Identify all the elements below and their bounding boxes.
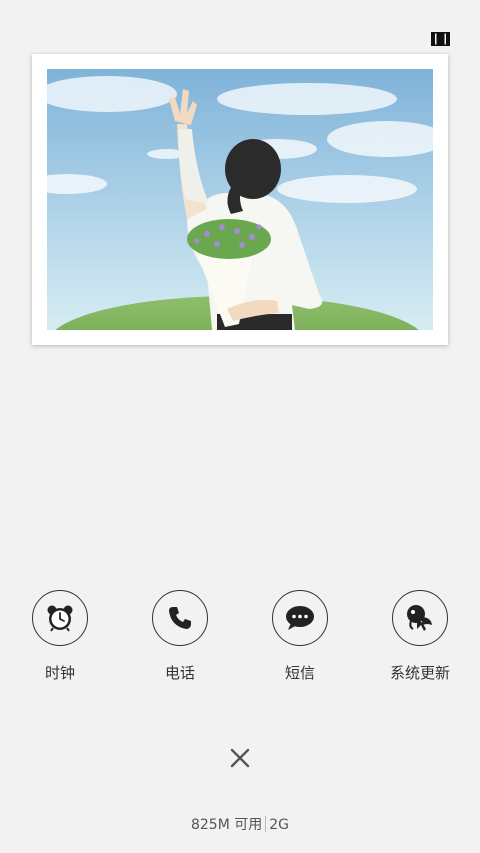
app-label: 电话 [164, 664, 195, 682]
alarm-clock-icon [32, 590, 88, 646]
app-messages[interactable]: 短信 [240, 590, 360, 682]
close-button[interactable] [228, 746, 252, 770]
system-update-icon [392, 590, 448, 646]
network-type: 2G [269, 817, 290, 833]
multiwindow-layout-icon[interactable] [431, 31, 450, 46]
app-label: 短信 [284, 664, 315, 682]
app-shortcuts: 时钟 电话 短信 系统更新 [0, 590, 480, 690]
photo-image [47, 69, 433, 330]
app-label: 系统更新 [389, 664, 450, 682]
memory-status: 825M 可用 2G [0, 814, 480, 836]
photo-card[interactable] [32, 54, 448, 345]
close-icon [230, 748, 250, 768]
memory-available: 825M 可用 [190, 817, 263, 833]
app-clock[interactable]: 时钟 [0, 590, 120, 682]
phone-icon [152, 590, 208, 646]
divider [265, 816, 267, 832]
app-label: 时钟 [44, 664, 75, 682]
app-phone[interactable]: 电话 [120, 590, 240, 682]
app-system-update[interactable]: 系统更新 [360, 590, 480, 682]
message-icon [272, 590, 328, 646]
